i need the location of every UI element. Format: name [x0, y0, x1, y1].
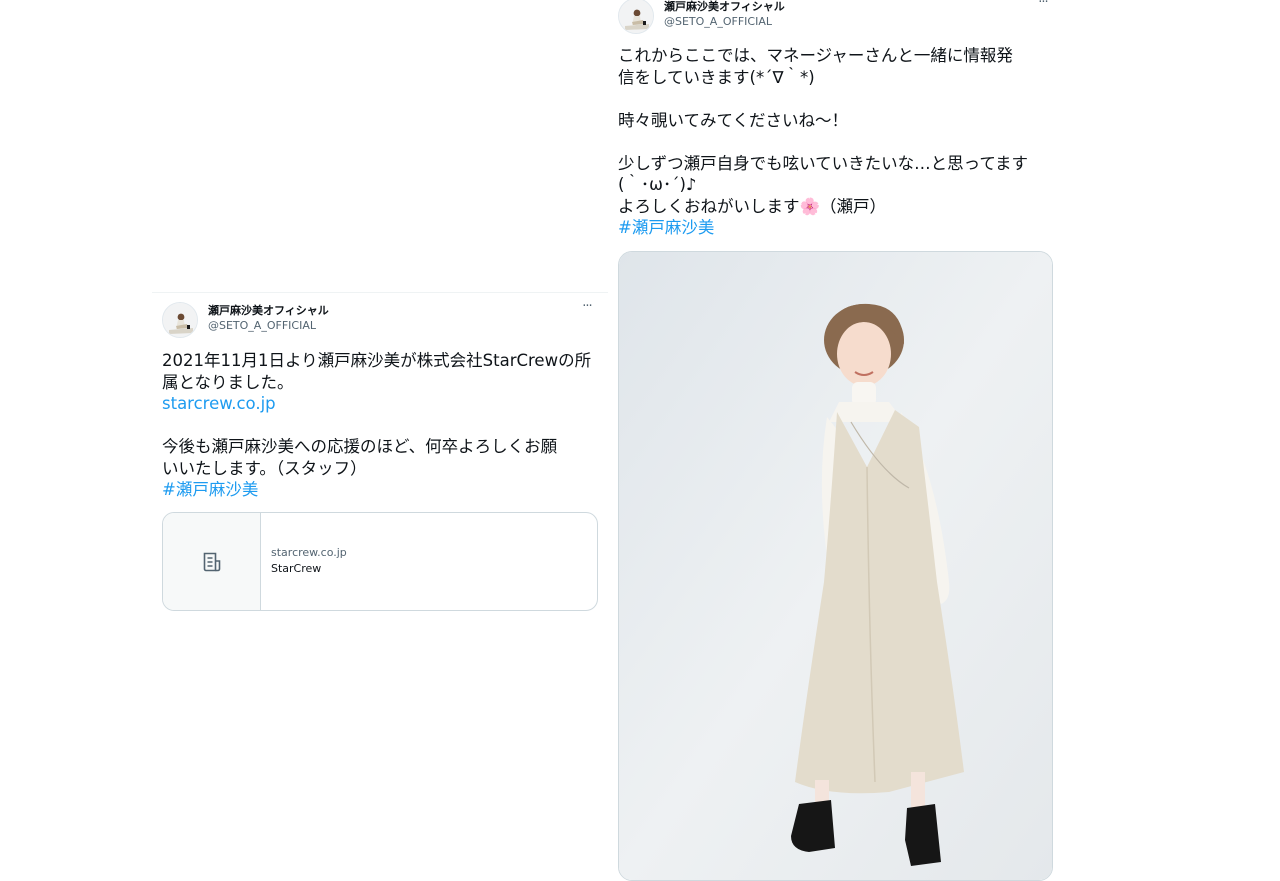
tweet-text: 2021年11月1日より瀬戸麻沙美が株式会社StarCrewの所 属となりました…: [162, 350, 600, 501]
tweet-starcrew-announcement[interactable]: 瀬戸麻沙美オフィシャル @SETO_A_OFFICIAL ··· 2021年11…: [152, 292, 608, 622]
tweet-text-line: 信をしていきます(*´∇｀*): [618, 67, 815, 87]
link-preview-card[interactable]: starcrew.co.jp StarCrew: [162, 512, 598, 611]
card-text: starcrew.co.jp StarCrew: [271, 545, 347, 577]
tweet-text-line: 属となりました。: [162, 372, 294, 392]
tweet-text-line: 少しずつ瀬戸自身でも呟いていきたいな…と思ってます: [618, 153, 1029, 173]
avatar[interactable]: [162, 302, 198, 338]
avatar[interactable]: [618, 0, 654, 34]
display-name[interactable]: 瀬戸麻沙美オフィシャル: [664, 0, 785, 14]
tweet-text-line: 2021年11月1日より瀬戸麻沙美が株式会社StarCrewの所: [162, 351, 592, 370]
tweet-text-line: (｀･ω･´)♪: [618, 175, 697, 194]
more-options-button[interactable]: ···: [1032, 0, 1054, 14]
photo-of-woman-in-beige-dress: [619, 252, 1052, 880]
tweet-text-line: いいたします。（スタッフ）: [162, 458, 367, 478]
card-domain: starcrew.co.jp: [271, 546, 347, 559]
tweet-text-line: 時々覗いてみてくださいね〜！: [618, 110, 849, 130]
card-title: StarCrew: [271, 562, 322, 575]
tweet-text-line: よろしくおねがいします🌸（瀬戸）: [618, 196, 887, 216]
tweet-header: 瀬戸麻沙美オフィシャル @SETO_A_OFFICIAL ···: [162, 300, 598, 342]
card-thumbnail: [163, 513, 261, 610]
tweet-text-line: これからここでは、マネージャーさんと一緒に情報発: [618, 46, 1013, 65]
more-options-button[interactable]: ···: [576, 300, 598, 318]
tweet-photo[interactable]: [618, 251, 1053, 881]
user-handle[interactable]: @SETO_A_OFFICIAL: [664, 14, 785, 29]
name-block: 瀬戸麻沙美オフィシャル @SETO_A_OFFICIAL: [208, 304, 329, 333]
article-icon: [203, 552, 221, 572]
hashtag-link[interactable]: #瀬戸麻沙美: [162, 479, 600, 501]
display-name[interactable]: 瀬戸麻沙美オフィシャル: [208, 304, 329, 318]
tweet-text-line: 今後も瀬戸麻沙美への応援のほど、何卒よろしくお願: [162, 437, 558, 456]
user-handle[interactable]: @SETO_A_OFFICIAL: [208, 318, 329, 333]
hashtag-link[interactable]: #瀬戸麻沙美: [618, 217, 1056, 239]
tweet-manager-greeting[interactable]: 瀬戸麻沙美オフィシャル @SETO_A_OFFICIAL ··· これからここで…: [608, 0, 1064, 881]
tweet-text: これからここでは、マネージャーさんと一緒に情報発 信をしていきます(*´∇｀*)…: [618, 45, 1056, 239]
tweet-header: 瀬戸麻沙美オフィシャル @SETO_A_OFFICIAL ···: [618, 0, 1054, 38]
name-block: 瀬戸麻沙美オフィシャル @SETO_A_OFFICIAL: [664, 0, 785, 29]
tweet-link[interactable]: starcrew.co.jp: [162, 393, 600, 415]
